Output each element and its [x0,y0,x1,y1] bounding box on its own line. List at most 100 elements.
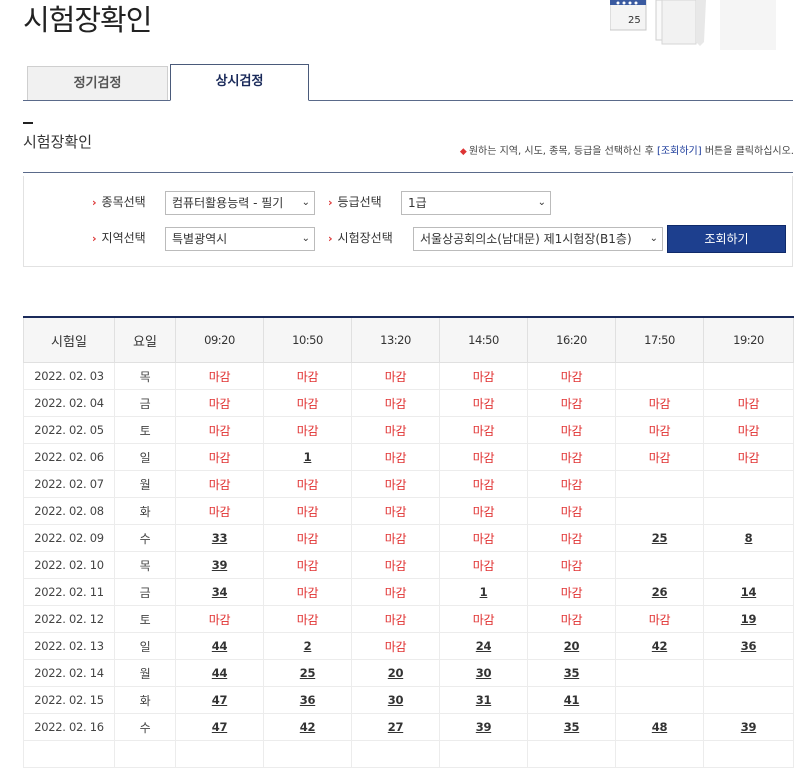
closed-status-cell: 마감 [263,551,352,579]
column-header: 10:50 [263,316,352,363]
chevron-right-icon: › [92,232,97,245]
exam-date-cell: 2022. 02. 12 [23,605,115,633]
empty-slot-cell [615,686,704,714]
seats-available-link[interactable]: 44 [175,632,264,660]
seats-available-link[interactable]: 27 [351,713,440,741]
chevron-right-icon: › [328,232,333,245]
table-row: 2022. 02. 09 수 33 마감 마감 마감 마감 25 8 [23,524,794,552]
seats-available-link[interactable]: 19 [703,605,794,633]
seats-available-link[interactable]: 39 [439,713,528,741]
closed-status-cell: 마감 [263,416,352,444]
seats-available-link[interactable]: 26 [615,578,704,606]
closed-status-cell: 마감 [175,470,264,498]
closed-status-cell: 마감 [527,362,616,390]
seats-available-link[interactable]: 39 [175,551,264,579]
closed-status-cell: 마감 [527,578,616,606]
exam-date-cell: 2022. 02. 10 [23,551,115,579]
seats-available-link[interactable]: 44 [175,659,264,687]
seats-available-link[interactable]: 33 [175,524,264,552]
seats-available-link[interactable]: 36 [703,632,794,660]
section-title: 시험장확인 [23,133,93,151]
closed-status-cell: 마감 [439,551,528,579]
closed-status-cell: 마감 [615,605,704,633]
closed-status-cell: 마감 [175,416,264,444]
empty-slot-cell [703,497,794,525]
tab-continuous-exam[interactable]: 상시검정 [170,64,309,101]
seats-available-link[interactable]: 1 [439,578,528,606]
seats-available-link[interactable]: 25 [263,659,352,687]
seats-available-link[interactable]: 39 [703,713,794,741]
closed-status-cell: 마감 [527,443,616,471]
subject-label: › 종목선택 [92,195,146,209]
region-select[interactable]: 특별광역시 ⌄ [165,227,315,251]
search-button[interactable]: 조회하기 [667,225,786,253]
weekday-cell: 목 [114,362,176,390]
subject-select[interactable]: 컴퓨터활용능력 - 필기 ⌄ [165,191,315,215]
seats-available-link[interactable]: 36 [263,686,352,714]
table-row: 2022. 02. 15 화 47 36 30 31 41 [23,686,794,714]
grade-select[interactable]: 1급 ⌄ [401,191,551,215]
weekday-cell: 금 [114,389,176,417]
diamond-icon: ◆ [459,147,467,157]
seats-available-link[interactable]: 14 [703,578,794,606]
closed-status-cell: 마감 [527,551,616,579]
weekday-cell: 화 [114,686,176,714]
weekday-cell: 토 [114,605,176,633]
weekday-cell: 화 [114,497,176,525]
closed-status-cell: 마감 [439,443,528,471]
seats-available-link[interactable]: 30 [439,659,528,687]
closed-status-cell: 마감 [527,389,616,417]
seats-available-link[interactable]: 47 [175,686,264,714]
table-row: 2022. 02. 11 금 34 마감 마감 1 마감 26 14 [23,578,794,606]
exam-date-cell: 2022. 02. 07 [23,470,115,498]
seats-available-link[interactable]: 1 [263,443,352,471]
weekday-cell: 일 [114,443,176,471]
closed-status-cell: 마감 [175,497,264,525]
closed-status-cell: 마감 [263,389,352,417]
exam-date-cell: 2022. 02. 15 [23,686,115,714]
table-row: 2022. 02. 07 월 마감 마감 마감 마감 마감 [23,470,794,498]
document-icon [655,0,776,50]
seats-available-link[interactable]: 35 [527,659,616,687]
seats-available-link[interactable]: 41 [527,686,616,714]
center-select[interactable]: 서울상공회의소(남대문) 제1시험장(B1층) ⌄ [413,227,663,251]
page-title: 시험장확인 [23,3,152,37]
closed-status-cell: 마감 [703,389,794,417]
seats-available-link[interactable]: 30 [351,686,440,714]
empty-slot-cell [703,362,794,390]
tab-regular-exam[interactable]: 정기검정 [27,66,168,100]
table-row: 2022. 02. 10 목 39 마감 마감 마감 마감 [23,551,794,579]
chevron-down-icon: ⌄ [301,233,310,244]
closed-status-cell: 마감 [439,497,528,525]
closed-status-cell: 마감 [439,470,528,498]
table-row: 2022. 02. 08 화 마감 마감 마감 마감 마감 [23,497,794,525]
column-header: 14:50 [439,316,528,363]
closed-status-cell: 마감 [175,443,264,471]
section-divider [23,172,793,173]
seats-available-link[interactable]: 2 [263,632,352,660]
seats-available-link[interactable]: 47 [175,713,264,741]
seats-available-link[interactable]: 42 [263,713,352,741]
seats-available-link[interactable]: 34 [175,578,264,606]
exam-date-cell: 2022. 02. 06 [23,443,115,471]
table-row: 2022. 02. 03 목 마감 마감 마감 마감 마감 [23,362,794,390]
seats-available-link[interactable]: 35 [527,713,616,741]
closed-status-cell: 마감 [351,497,440,525]
seats-available-link[interactable]: 48 [615,713,704,741]
closed-status-cell: 마감 [439,416,528,444]
seats-available-link[interactable]: 20 [351,659,440,687]
weekday-cell: 금 [114,578,176,606]
closed-status-cell: 마감 [351,632,440,660]
empty-slot-cell [615,659,704,687]
seats-available-link[interactable]: 24 [439,632,528,660]
seats-available-link[interactable]: 20 [527,632,616,660]
seats-available-link[interactable]: 8 [703,524,794,552]
seats-available-link[interactable]: 42 [615,632,704,660]
weekday-cell: 수 [114,713,176,741]
table-row: 2022. 02. 06 일 마감 1 마감 마감 마감 마감 마감 [23,443,794,471]
seats-available-link[interactable]: 25 [615,524,704,552]
seats-available-link[interactable]: 31 [439,686,528,714]
instruction-hint: ◆ 원하는 지역, 시도, 종목, 등급을 선택하신 후 [조회하기] 버튼을 클… [459,146,794,157]
region-label: › 지역선택 [92,231,146,245]
closed-status-cell: 마감 [175,605,264,633]
